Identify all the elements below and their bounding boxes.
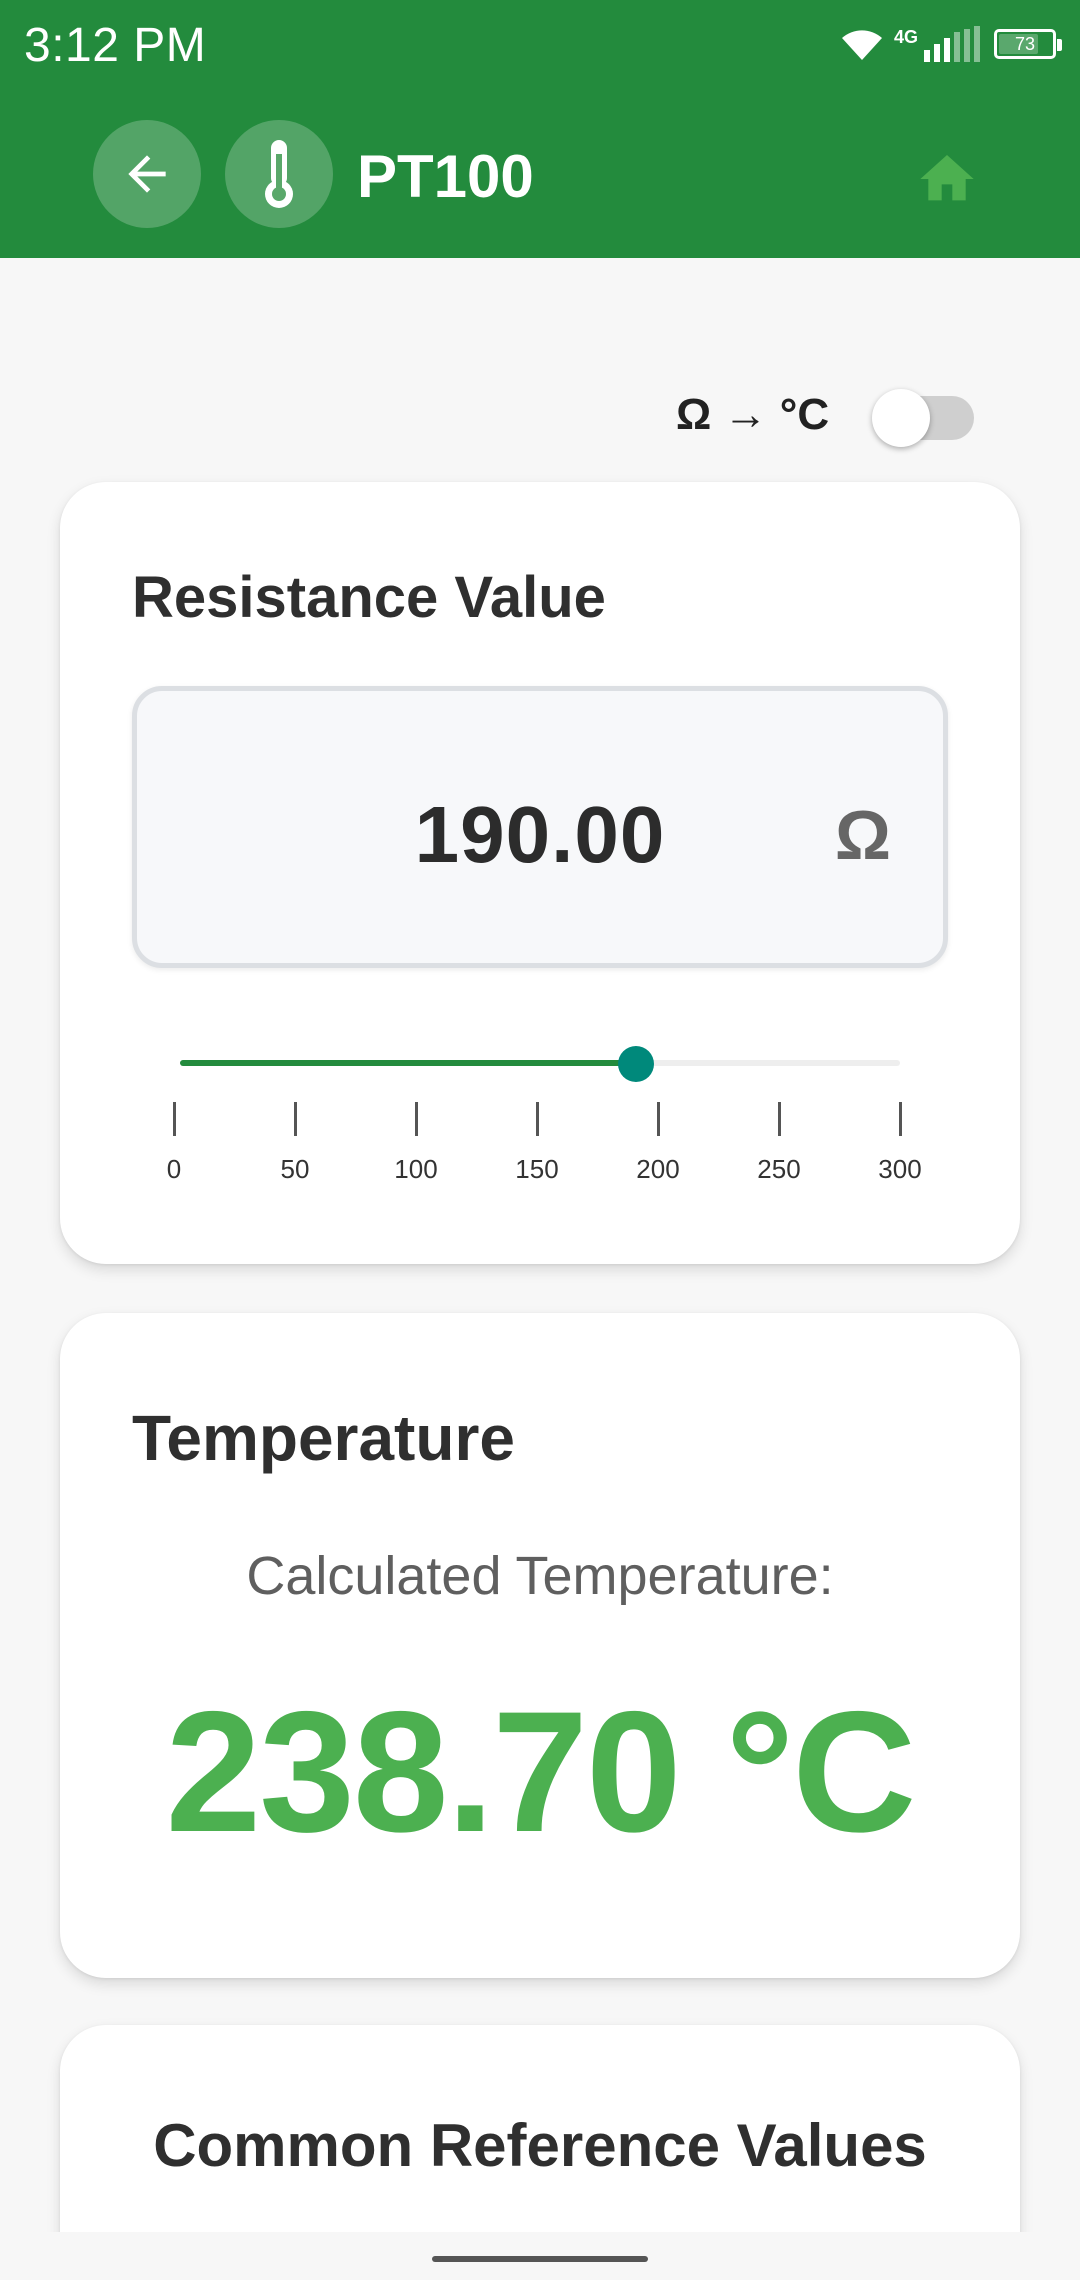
tick-label: 150 xyxy=(515,1154,559,1184)
reference-values-title: Common Reference Values xyxy=(153,2112,927,2179)
temperature-value: 238.70 °C xyxy=(165,1676,917,1868)
tick-label: 250 xyxy=(757,1154,801,1184)
tick-label: 0 xyxy=(166,1154,182,1184)
tick-mark xyxy=(898,1102,902,1136)
conversion-mode-toggle[interactable] xyxy=(872,389,974,447)
tick-label: 50 xyxy=(280,1154,310,1184)
navigation-bar xyxy=(0,2232,1080,2280)
temperature-card-title: Temperature xyxy=(132,1402,515,1474)
resistance-card-title: Resistance Value xyxy=(132,565,606,630)
toggle-knob xyxy=(872,389,930,447)
resistance-value: 190.00 xyxy=(414,790,666,879)
scale-tick: 300 xyxy=(860,1102,940,1185)
gesture-handle[interactable] xyxy=(432,2256,648,2262)
scale-tick: 150 xyxy=(497,1102,577,1185)
conversion-mode-label: Ω → °C xyxy=(676,390,830,439)
battery-icon: 73 xyxy=(994,29,1062,59)
home-icon xyxy=(920,155,974,201)
tick-label: 200 xyxy=(636,1154,680,1184)
wifi-icon xyxy=(841,30,882,60)
tick-mark xyxy=(414,1102,418,1136)
slider-thumb[interactable] xyxy=(618,1046,654,1082)
signal-icon xyxy=(924,26,980,62)
scale-tick: 50 xyxy=(255,1102,335,1185)
scale-tick: 250 xyxy=(739,1102,819,1185)
back-button[interactable] xyxy=(93,120,201,228)
network-type-label: 4G xyxy=(893,26,918,47)
resistance-card: Resistance Value 190.00 Ω 0 50 100 150 200 25… xyxy=(60,482,1020,1264)
app-screen: 3:12 PM 4G 73 PT100 Ω → °C Resistance Va… xyxy=(0,0,1080,2280)
page-title: PT100 xyxy=(357,143,534,210)
scale-tick: 200 xyxy=(618,1102,698,1185)
tick-label: 300 xyxy=(878,1154,922,1184)
tick-mark xyxy=(535,1102,539,1136)
tick-mark xyxy=(656,1102,660,1136)
home-button[interactable] xyxy=(912,140,982,210)
thermometer-icon xyxy=(265,140,293,208)
resistance-slider[interactable] xyxy=(180,1042,900,1086)
tick-mark xyxy=(777,1102,781,1136)
status-icons: 4G 73 xyxy=(840,22,1062,66)
scale-tick: 0 xyxy=(134,1102,214,1185)
resistance-input[interactable]: 190.00 Ω xyxy=(132,686,948,968)
tick-mark xyxy=(293,1102,297,1136)
arrow-left-icon xyxy=(128,155,166,193)
battery-level: 73 xyxy=(1014,33,1036,54)
calculated-temperature-label: Calculated Temperature: xyxy=(246,1546,834,1606)
status-time: 3:12 PM xyxy=(24,19,207,72)
tick-label: 100 xyxy=(394,1154,438,1184)
temperature-card: Temperature Calculated Temperature: 238.… xyxy=(60,1313,1020,1978)
app-bar: 3:12 PM 4G 73 PT100 xyxy=(0,0,1080,258)
thermometer-badge xyxy=(225,120,333,228)
scale-tick: 100 xyxy=(376,1102,456,1185)
resistance-unit: Ω xyxy=(834,796,891,874)
slider-fill xyxy=(180,1060,636,1066)
tick-mark xyxy=(172,1102,176,1136)
